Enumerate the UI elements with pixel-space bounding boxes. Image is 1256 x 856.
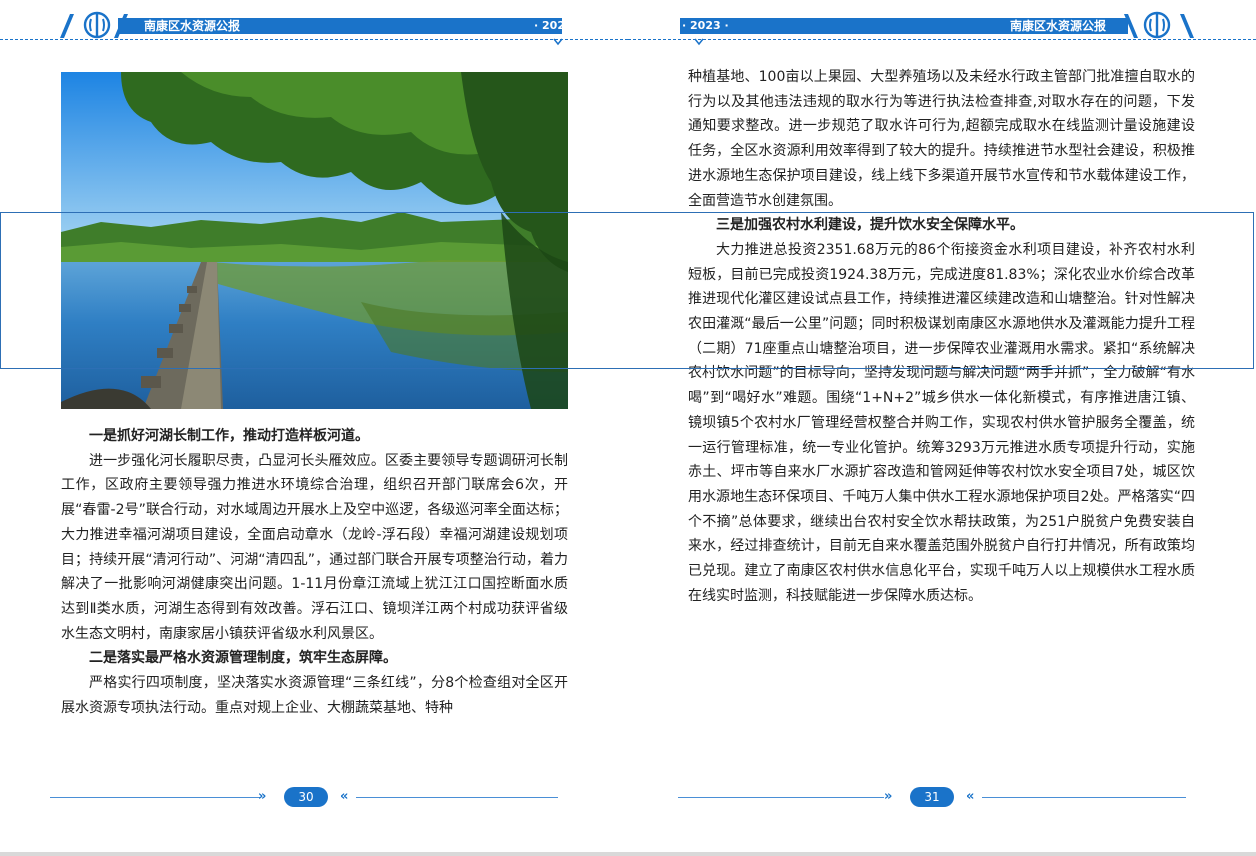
water-bureau-logo-icon bbox=[83, 11, 111, 39]
header-dash-line-left bbox=[0, 39, 628, 40]
footer-chevron-left: « bbox=[340, 789, 349, 804]
header-dash-line-right bbox=[628, 39, 1256, 40]
footer-chevron-right: » bbox=[258, 789, 267, 804]
body-paragraph: 进一步强化河长履职尽责，凸显河长头雁效应。区委主要领导专题调研河长制工作，区政府… bbox=[61, 452, 568, 642]
header-title-left: 南康区水资源公报 bbox=[144, 19, 241, 33]
body-paragraph: 大力推进总投资2351.68万元的86个衔接资金水利项目建设，补齐农村水利短板，… bbox=[688, 241, 1195, 604]
footer-line bbox=[50, 797, 260, 798]
section-heading: 三是加强农村水利建设，提升饮水安全保障水平。 bbox=[716, 217, 1024, 234]
window-bottom-edge bbox=[0, 852, 1256, 856]
water-bureau-logo-icon bbox=[1143, 11, 1171, 39]
page-number: 30 bbox=[284, 787, 328, 807]
left-page-text: 一是抓好河湖长制工作，推动打造样板河道。 进一步强化河长履职尽责，凸显河长头雁效… bbox=[61, 424, 568, 720]
page-spread: 南康区水资源公报 · 2023 · · 2023 · 南康区水资源公报 一是抓好… bbox=[0, 0, 1256, 852]
header-slash-decor bbox=[60, 14, 74, 38]
header-slash-decor bbox=[1124, 14, 1138, 38]
footer-line bbox=[356, 797, 558, 798]
body-paragraph: 严格实行四项制度，坚决落实水资源管理“三条红线”，分8个检查组对全区开展水资源专… bbox=[61, 675, 568, 716]
header-year-right: · 2023 · bbox=[682, 19, 729, 32]
header-title-right: 南康区水资源公报 bbox=[1010, 19, 1107, 33]
header-year-left: · 2023 · bbox=[534, 19, 581, 32]
footer-line bbox=[678, 797, 884, 798]
section-heading: 一是抓好河湖长制工作，推动打造样板河道。 bbox=[89, 428, 369, 444]
river-landscape-photo bbox=[61, 72, 568, 409]
page-number: 31 bbox=[910, 787, 954, 807]
footer-chevron-right: » bbox=[884, 789, 893, 804]
section-heading: 二是落实最严格水资源管理制度，筑牢生态屏障。 bbox=[89, 650, 397, 667]
body-paragraph: 种植基地、100亩以上果园、大型养殖场以及未经水行政主管部门批准擅自取水的行为以… bbox=[688, 69, 1195, 209]
header-slash-decor bbox=[1180, 14, 1194, 38]
footer-chevron-left: « bbox=[966, 789, 975, 804]
right-page-text: 种植基地、100亩以上果园、大型养殖场以及未经水行政主管部门批准擅自取水的行为以… bbox=[688, 65, 1195, 608]
footer-line bbox=[982, 797, 1186, 798]
